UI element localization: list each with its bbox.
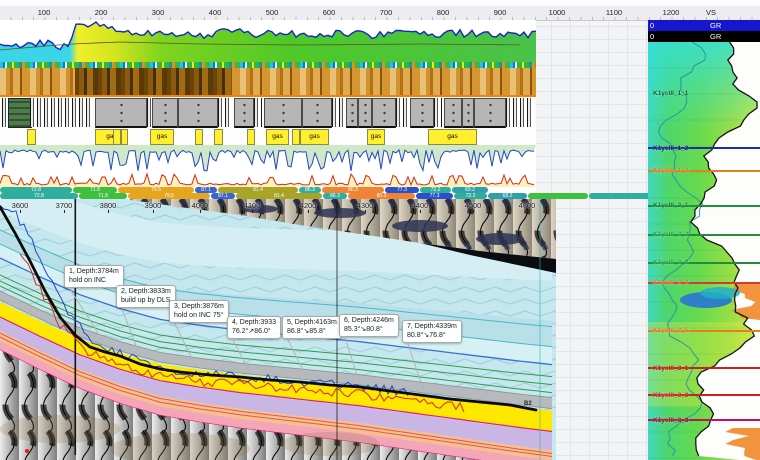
- lithology-bars: [30, 98, 92, 127]
- ruler-label: 200: [88, 8, 114, 17]
- vertical-marker-line: [75, 199, 77, 455]
- depth-ruler-label: 4200: [294, 201, 322, 210]
- gas-marker: [214, 129, 223, 145]
- formation-label: K1ycIII_3_3: [653, 417, 688, 424]
- lithology-bars: [254, 98, 262, 127]
- vertical-marker-line: [540, 199, 541, 460]
- depth-ruler-label: 3700: [50, 201, 78, 210]
- formation-label: K1ycIII_3_2: [653, 392, 688, 399]
- gas-marker: [121, 129, 128, 145]
- lithology-block: [372, 98, 396, 129]
- lithology-bars: [506, 98, 534, 127]
- ruler-label: 1100: [601, 8, 627, 17]
- gas-marker: gas: [367, 129, 385, 145]
- depth-annotation[interactable]: 7, Depth:4339m80.8°↘76.8°: [402, 320, 462, 343]
- lithology-bars: [2, 98, 7, 127]
- ruler-label: 600: [316, 8, 342, 17]
- gr-track: [0, 20, 536, 62]
- depth-ruler-label: 3800: [94, 201, 122, 210]
- depth-annotation[interactable]: 1, Depth:3784mhold on INC: [64, 265, 124, 288]
- depth-annotation[interactable]: 6, Depth:4246m85.3°↘80.8°: [339, 314, 399, 337]
- gas-show-track: gasgasgasgasgasgas: [0, 128, 536, 145]
- gr-correlation-panel: 0 GR 0 GR K1ycIII_1_1 K1ycIII_1_2 K1ycIII_…: [648, 0, 760, 460]
- lithology-block: [178, 98, 218, 129]
- gas-marker: gas: [428, 129, 477, 145]
- blue-curve-track: [0, 145, 536, 172]
- ruler-label: 900: [487, 8, 513, 17]
- formation-label: K1ycIII_2_2: [653, 231, 688, 238]
- red-curve-track: [0, 172, 536, 187]
- formation-label: K1ycIII_2_1: [653, 202, 688, 209]
- gr-header-black[interactable]: 0 GR: [648, 31, 760, 42]
- borehole-image-dark-zone: [75, 68, 231, 95]
- lithology-block: [95, 98, 147, 129]
- lithology-bars: [147, 98, 151, 127]
- formation-label: K1ycIII_2_5: [653, 327, 688, 334]
- formation-label: K1ycIII_1_1: [653, 90, 688, 97]
- formation-label: K1ycIII_1_2: [653, 145, 688, 152]
- lithology-block: [444, 98, 462, 129]
- depth-annotation[interactable]: 5, Depth:4163m86.8°↘85.8°: [282, 316, 342, 339]
- gas-marker: gas: [150, 129, 174, 145]
- ruler-label: 700: [373, 8, 399, 17]
- depth-ruler-label: 4500: [459, 201, 487, 210]
- depth-annotation[interactable]: 4, Depth:393376.2°↗86.0°: [227, 316, 281, 339]
- lithology-block: [346, 98, 358, 129]
- gr-curve-name: GR: [710, 20, 721, 31]
- gr-scale-min: 0: [650, 20, 654, 31]
- lithology-block: [474, 98, 506, 129]
- vs-ruler: 100200300400500600700800900100011001200V…: [0, 6, 760, 21]
- lithology-block: [152, 98, 178, 129]
- formation-label: K1ycIII_2_4: [653, 279, 688, 286]
- lithology-bars: [218, 98, 232, 127]
- ruler-label: 300: [145, 8, 171, 17]
- lithology-green: [8, 98, 32, 128]
- lithology-block: [462, 98, 474, 129]
- lithology-bars: [434, 98, 442, 127]
- lithology-bars: [396, 98, 408, 127]
- depth-annotation[interactable]: 2, Depth:3833mbuild up by DLS: [116, 285, 176, 308]
- depth-ruler-label: 4600: [513, 201, 541, 210]
- gr-header-blue[interactable]: 0 GR: [648, 20, 760, 31]
- depth-ruler-label: 4300: [351, 201, 379, 210]
- ruler-label: 800: [430, 8, 456, 17]
- depth-ruler-label: 3600: [6, 201, 34, 210]
- gas-marker: [27, 129, 36, 145]
- formation-label: K1ycIII_2_3: [653, 259, 688, 266]
- depth-ruler-label: 3900: [139, 201, 167, 210]
- depth-annotation[interactable]: 3, Depth:3876mhold on INC 75°: [169, 300, 229, 323]
- lithology-block: [358, 98, 372, 129]
- gas-marker: [292, 129, 300, 145]
- gas-marker: [195, 129, 203, 145]
- lithology-block: [302, 98, 332, 129]
- well-end-label: B2: [524, 401, 532, 407]
- formation-label: K1ycIII_1_3: [653, 167, 688, 174]
- lithology-bars: [332, 98, 344, 127]
- gas-marker: [247, 129, 255, 145]
- gr-curve-svg: [0, 20, 536, 62]
- ruler-label: 500: [259, 8, 285, 17]
- gr-curve-name: GR: [710, 31, 721, 42]
- lithology-block: [264, 98, 302, 129]
- depth-ruler-label: 4000: [186, 201, 214, 210]
- gas-marker: [113, 129, 121, 145]
- marker-dot: [25, 449, 29, 453]
- depth-ruler-label: 4100: [238, 201, 266, 210]
- gr-scale-min: 0: [650, 31, 654, 42]
- lithology-block: [234, 98, 254, 129]
- gas-marker: gas: [266, 129, 289, 145]
- depth-ruler-label: 4400: [406, 201, 434, 210]
- gas-marker: gas: [300, 129, 329, 145]
- ruler-label: 100: [31, 8, 57, 17]
- ruler-label: 1000: [544, 8, 570, 17]
- lithology-block: [410, 98, 434, 129]
- formation-label: K1ycIII_3_1: [653, 365, 688, 372]
- ruler-label: 400: [202, 8, 228, 17]
- lithology-track: [0, 97, 536, 129]
